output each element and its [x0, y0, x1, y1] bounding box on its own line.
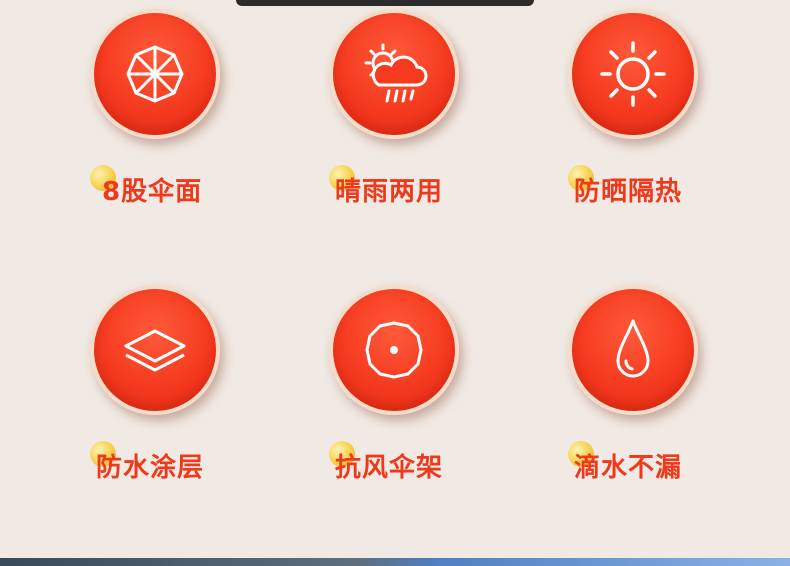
feature-ribs: 8股伞面: [90, 9, 330, 239]
feature-sun-rain: 晴雨两用: [329, 9, 569, 239]
feature-drip: 滴水不漏: [568, 285, 790, 515]
feature-label: 防水涂层: [96, 453, 205, 483]
feature-label: 8股伞面: [102, 177, 203, 207]
top-dark-band: [236, 0, 534, 6]
feature-circle: [90, 285, 220, 415]
sun-cloud-rain-icon: [364, 43, 428, 103]
feature-circle: [568, 285, 698, 415]
feature-circle: [329, 285, 459, 415]
sun-icon: [600, 41, 666, 107]
umbrella-ribs-icon: [126, 45, 184, 103]
feature-sun-protect: 防晒隔热: [568, 9, 790, 239]
feature-label: 滴水不漏: [574, 453, 683, 483]
layers-icon: [124, 329, 186, 372]
feature-label: 抗风伞架: [335, 453, 444, 483]
feature-frame: 抗风伞架: [329, 285, 569, 515]
umbrella-frame-icon: [365, 321, 423, 379]
water-drop-icon: [616, 319, 650, 378]
feature-circle: [90, 9, 220, 139]
feature-coating: 防水涂层: [90, 285, 330, 515]
feature-circle: [329, 9, 459, 139]
feature-circle: [568, 9, 698, 139]
feature-label: 防晒隔热: [574, 177, 683, 207]
feature-label: 晴雨两用: [335, 177, 444, 207]
bottom-image-strip: [0, 558, 790, 566]
